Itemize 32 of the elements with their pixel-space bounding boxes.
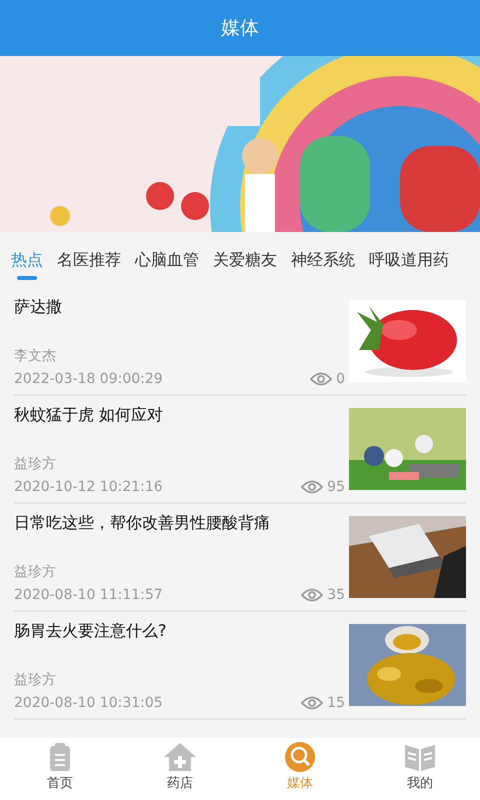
- eye-icon: [301, 480, 324, 494]
- pharmacy-icon: [163, 742, 197, 772]
- category-tab[interactable]: 神经系统: [284, 232, 362, 288]
- search-icon: [285, 742, 315, 772]
- nav-tab[interactable]: 我的: [360, 738, 480, 800]
- view-count: 35: [327, 587, 345, 603]
- page-title: 媒体: [221, 16, 259, 41]
- view-count: 95: [327, 479, 345, 495]
- article-date: 2020-08-10 10:31:05: [14, 695, 164, 711]
- nav-tab[interactable]: 药店: [120, 738, 240, 800]
- nav-tab[interactable]: 首页: [0, 738, 120, 800]
- article-date: 2020-10-12 10:21:16: [14, 479, 164, 495]
- category-tab[interactable]: 心脑血管: [128, 232, 206, 288]
- article-author: 益珍方: [14, 455, 57, 473]
- article-author: 益珍方: [14, 671, 57, 689]
- article-author: 益珍方: [14, 563, 57, 581]
- eye-icon: [310, 372, 332, 386]
- eye-icon: [301, 696, 324, 710]
- article-title[interactable]: 肠胃去火要注意什么?: [14, 621, 345, 642]
- eye-icon: [301, 588, 324, 602]
- article-title[interactable]: 秋蚊猛于虎 如何应对: [14, 405, 345, 426]
- article-title[interactable]: 萨达撒: [14, 297, 345, 318]
- book-icon: [404, 742, 436, 772]
- article-date: 2022-03-18 09:00:29: [14, 371, 164, 387]
- article-author: 李文杰: [14, 347, 57, 365]
- view-count: 0: [336, 371, 345, 387]
- article-date: 2020-08-10 11:11:57: [14, 587, 164, 603]
- view-count: 15: [327, 695, 345, 711]
- article-title[interactable]: 日常吃这些，帮你改善男性腰酸背痛: [14, 513, 345, 534]
- category-tab[interactable]: 呼吸道用药: [362, 232, 456, 288]
- category-tab[interactable]: 名医推荐: [50, 232, 128, 288]
- category-tab[interactable]: 关爱糖友: [206, 232, 284, 288]
